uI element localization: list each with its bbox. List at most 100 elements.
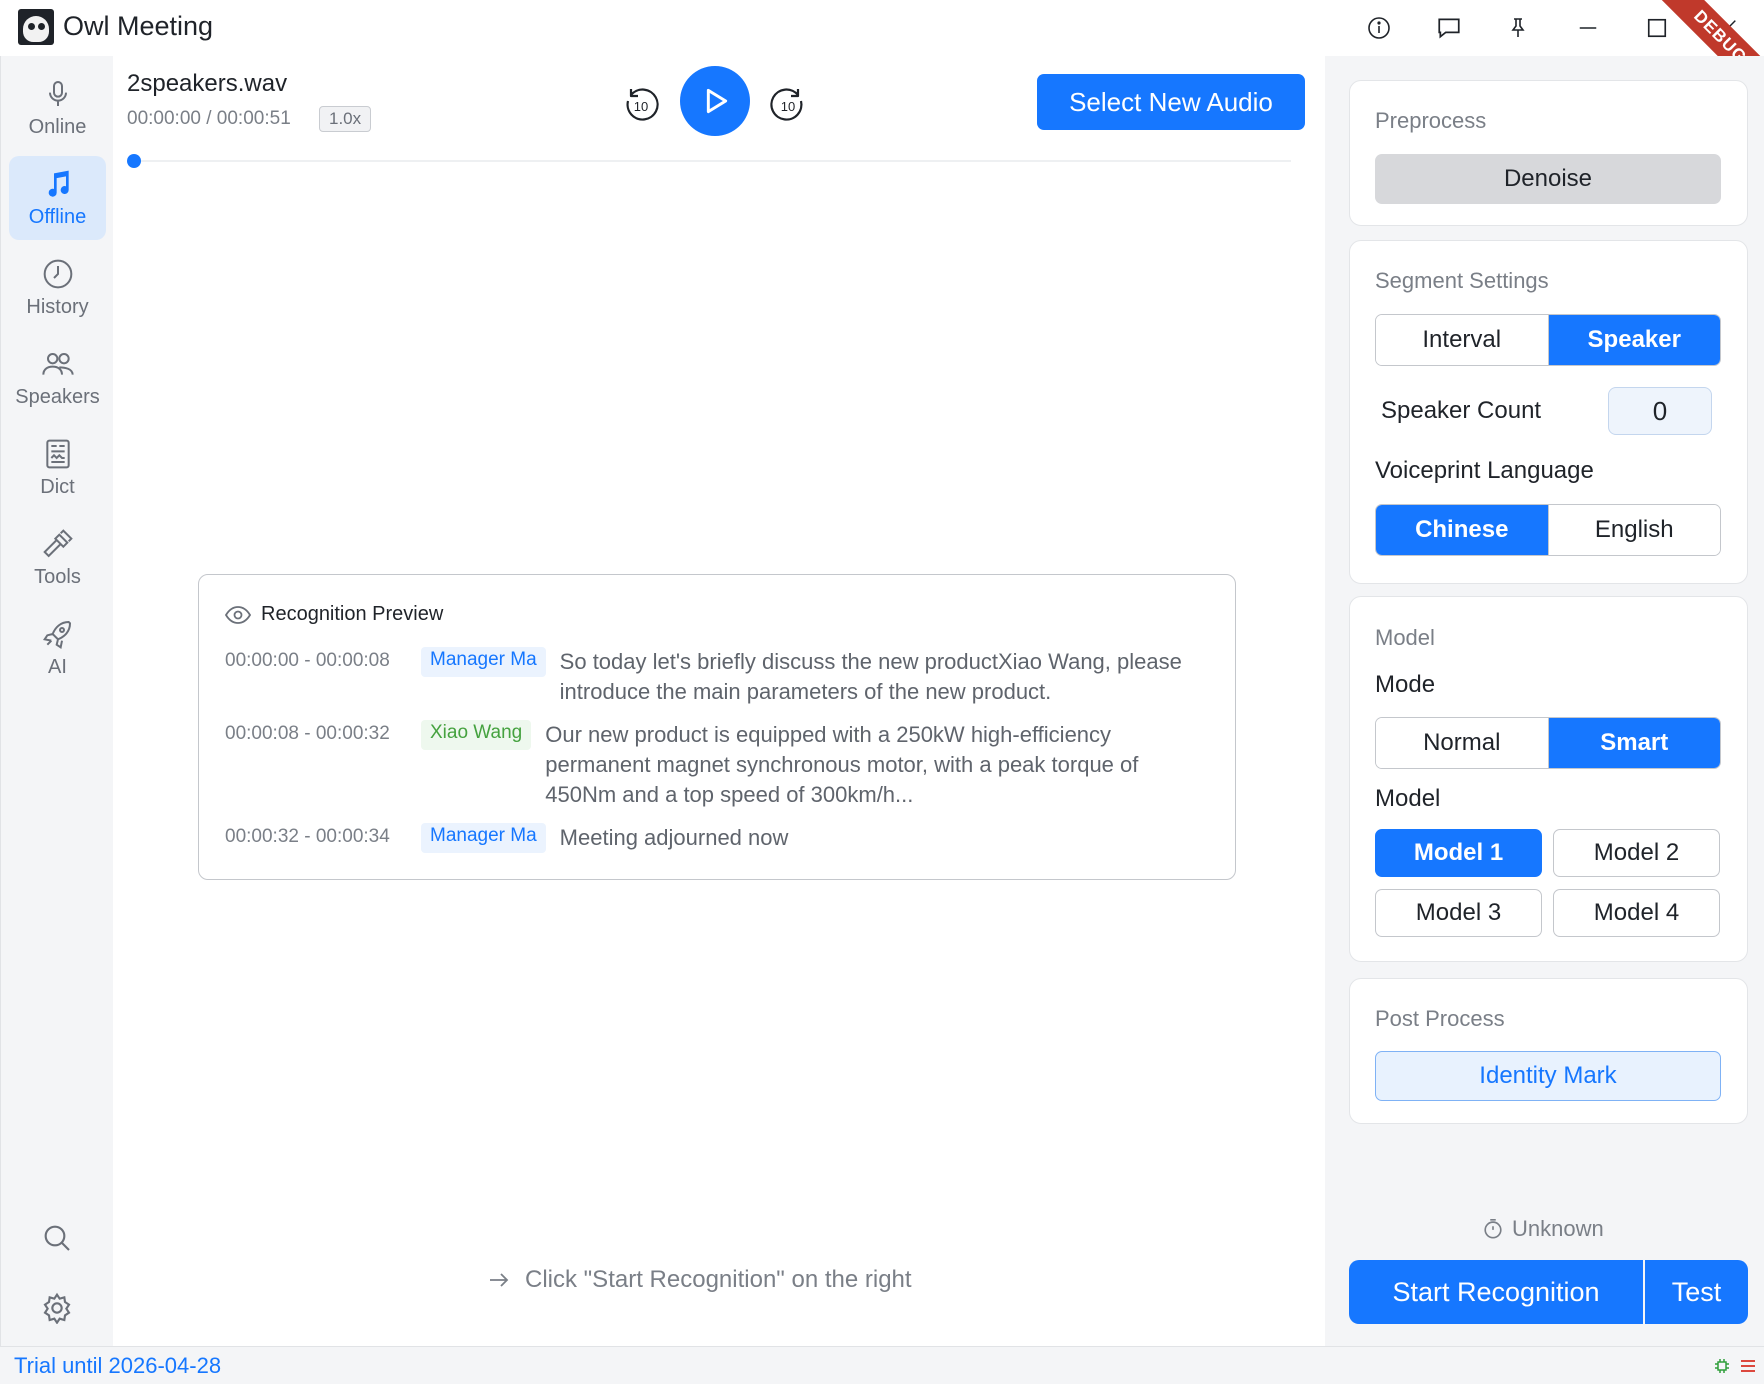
progress-handle[interactable] — [127, 154, 141, 168]
voiceprint-language-label: Voiceprint Language — [1375, 457, 1594, 484]
hint-text: Click "Start Recognition" on the right — [525, 1266, 912, 1293]
sidebar-item-tools[interactable]: Tools — [9, 516, 106, 600]
app-title: Owl Meeting — [63, 11, 214, 41]
segment-speaker-option[interactable]: Speaker — [1547, 315, 1720, 365]
segment-interval-option[interactable]: Interval — [1376, 315, 1548, 365]
title-bar: Owl Meeting — [0, 0, 1764, 56]
preview-segment: 00:00:32 - 00:00:34 Manager Ma Meeting a… — [225, 823, 1205, 853]
sidebar-item-ai[interactable]: AI — [9, 606, 106, 690]
model-3-button[interactable]: Model 3 — [1375, 889, 1542, 937]
play-button[interactable] — [680, 66, 750, 136]
trial-status: Trial until 2026-04-28 — [14, 1353, 222, 1378]
mode-smart-option[interactable]: Smart — [1547, 718, 1720, 768]
play-icon — [706, 88, 728, 114]
svg-text:10: 10 — [634, 99, 648, 114]
music-note-icon — [48, 170, 69, 197]
model-card: Model Mode Normal Smart Model Model 1 Mo… — [1349, 596, 1748, 962]
preview-title: Recognition Preview — [261, 603, 444, 625]
playback-time: 00:00:00 / 00:00:51 — [127, 108, 291, 129]
playback-speed-button[interactable]: 1.0x — [319, 106, 372, 132]
hammer-icon — [42, 528, 73, 557]
eye-icon — [225, 605, 251, 624]
message-icon[interactable] — [1431, 10, 1467, 46]
close-icon[interactable] — [1710, 10, 1746, 46]
post-process-card: Post Process Identity Mark — [1349, 978, 1748, 1124]
test-button[interactable]: Test — [1645, 1260, 1748, 1324]
segment-time: 00:00:32 - 00:00:34 — [225, 826, 390, 847]
pin-icon[interactable] — [1500, 10, 1536, 46]
preview-header: Recognition Preview — [225, 603, 443, 626]
start-hint: Click "Start Recognition" on the right — [487, 1266, 912, 1294]
recognition-preview-card: Recognition Preview 00:00:00 - 00:00:08 … — [198, 574, 1236, 880]
sidebar-item-label: Tools — [34, 565, 81, 588]
post-process-title: Post Process — [1375, 1006, 1505, 1031]
users-icon — [41, 352, 74, 375]
mode-label: Mode — [1375, 671, 1436, 698]
sidebar-item-history[interactable]: History — [9, 246, 106, 330]
dictionary-icon — [45, 439, 70, 468]
sidebar: Online Offline History Speakers Dict Too… — [0, 56, 113, 1346]
segment-text: So today let's briefly discuss the new p… — [559, 649, 1182, 704]
segment-speaker-tag: Manager Ma — [421, 823, 546, 853]
speaker-count-label: Speaker Count — [1381, 397, 1542, 424]
status-bar: Trial until 2026-04-28 — [0, 1346, 1764, 1384]
denoise-button[interactable]: Denoise — [1375, 154, 1721, 204]
list-icon — [1741, 1360, 1755, 1372]
identity-mark-button[interactable]: Identity Mark — [1375, 1051, 1721, 1101]
duration-text: Unknown — [1512, 1216, 1604, 1241]
progress-track[interactable] — [127, 160, 1291, 162]
segment-time: 00:00:08 - 00:00:32 — [225, 723, 390, 744]
segment-speaker-tag: Manager Ma — [421, 647, 546, 677]
mode-normal-option[interactable]: Normal — [1376, 718, 1548, 768]
model-2-button[interactable]: Model 2 — [1553, 829, 1720, 877]
voiceprint-language-toggle: Chinese English — [1375, 504, 1721, 556]
search-icon[interactable] — [41, 1222, 73, 1259]
status-icons — [1714, 1358, 1756, 1374]
sidebar-item-dict[interactable]: Dict — [9, 426, 106, 510]
segment-settings-title: Segment Settings — [1375, 268, 1549, 293]
segment-text: Meeting adjourned now — [559, 825, 789, 850]
audio-file-name: 2speakers.wav — [127, 70, 288, 97]
model-4-button[interactable]: Model 4 — [1553, 889, 1720, 937]
info-icon[interactable] — [1361, 10, 1397, 46]
sidebar-item-label: History — [26, 295, 89, 318]
language-chinese-option[interactable]: Chinese — [1376, 505, 1548, 555]
minimize-icon[interactable] — [1570, 10, 1606, 46]
settings-icon[interactable] — [41, 1292, 73, 1329]
sidebar-item-offline[interactable]: Offline — [9, 156, 106, 240]
segment-time: 00:00:00 - 00:00:08 — [225, 650, 390, 671]
sidebar-item-label: AI — [48, 655, 67, 678]
preprocess-card: Preprocess Denoise — [1349, 80, 1748, 226]
chip-icon — [1715, 1359, 1729, 1373]
preview-segment: 00:00:08 - 00:00:32 Xiao Wang Our new pr… — [225, 720, 1205, 810]
segment-speaker-tag: Xiao Wang — [421, 720, 532, 750]
speaker-count-input[interactable]: 0 — [1608, 387, 1712, 435]
rocket-icon — [42, 620, 71, 649]
model-card-title: Model — [1375, 625, 1435, 650]
mode-toggle: Normal Smart — [1375, 717, 1721, 769]
svg-text:10: 10 — [781, 99, 795, 114]
microphone-icon — [48, 80, 67, 106]
skip-forward-button[interactable]: 10 — [762, 80, 814, 132]
sidebar-item-label: Dict — [40, 475, 75, 498]
skip-back-button[interactable]: 10 — [615, 80, 667, 132]
start-recognition-button[interactable]: Start Recognition — [1349, 1260, 1643, 1324]
clock-icon — [43, 259, 72, 288]
owl-logo-icon — [18, 9, 54, 45]
arrow-right-icon — [490, 1273, 509, 1287]
maximize-icon[interactable] — [1639, 10, 1675, 46]
language-english-option[interactable]: English — [1547, 505, 1720, 555]
duration-estimate: Unknown — [1482, 1216, 1604, 1242]
select-new-audio-button[interactable]: Select New Audio — [1037, 74, 1305, 130]
sidebar-item-label: Online — [28, 115, 87, 138]
main-area: 2speakers.wav 00:00:00 / 00:00:51 1.0x 1… — [113, 56, 1325, 1346]
segment-mode-toggle: Interval Speaker — [1375, 314, 1721, 366]
sidebar-item-speakers[interactable]: Speakers — [9, 336, 106, 420]
segment-settings-card: Segment Settings Interval Speaker Speake… — [1349, 240, 1748, 584]
model-1-button[interactable]: Model 1 — [1375, 829, 1542, 877]
sidebar-item-label: Speakers — [15, 385, 100, 408]
sidebar-item-online[interactable]: Online — [9, 66, 106, 150]
model-label: Model — [1375, 785, 1441, 812]
rewind-10-icon: 10 — [626, 88, 659, 121]
sidebar-item-label: Offline — [28, 205, 87, 228]
